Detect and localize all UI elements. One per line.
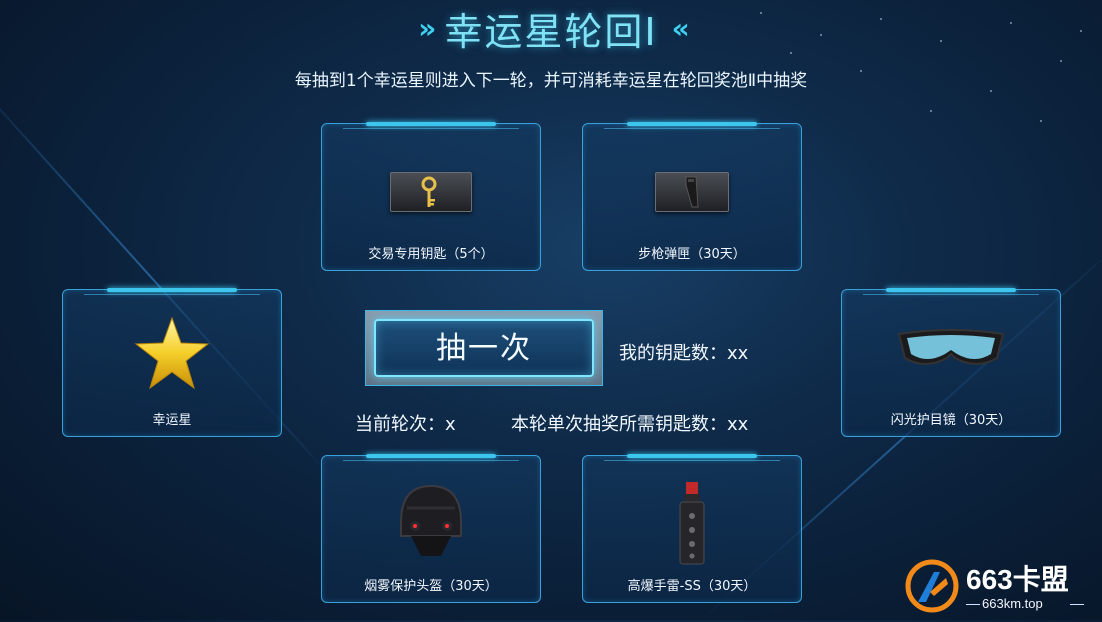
card-top-tab: [107, 288, 237, 292]
prize-card-goggles[interactable]: 闪光护目镜（30天）: [841, 288, 1061, 437]
keys-required: 本轮单次抽奖所需钥匙数：xx: [511, 414, 749, 435]
card-top-line: [604, 460, 780, 461]
watermark-brand: 663卡盟: [966, 564, 1069, 595]
draw-once-label: 抽一次: [436, 331, 532, 366]
prize-label: 步枪弹匣（30天）: [638, 247, 746, 262]
card-top-line: [343, 460, 519, 461]
title-chevron-left: »: [418, 11, 436, 45]
card-top-line: [863, 294, 1039, 295]
grenade-icon: [672, 480, 712, 572]
prize-card-key[interactable]: 交易专用钥匙（5个）: [321, 122, 541, 271]
card-top-tab: [366, 454, 496, 458]
prize-card-grenade[interactable]: 高爆手雷-SS（30天）: [582, 454, 802, 603]
prize-label: 烟雾保护头盔（30天）: [364, 579, 498, 594]
card-top-tab: [627, 454, 757, 458]
card-top-tab: [627, 122, 757, 126]
card-top-line: [84, 294, 260, 295]
page-title: 幸运星轮回Ⅰ: [444, 9, 658, 54]
prize-label: 幸运星: [152, 413, 192, 428]
card-top-tab: [366, 122, 496, 126]
title-row: » 幸运星轮回Ⅰ «: [0, 2, 1102, 54]
page-subtitle: 每抽到1个幸运星则进入下一轮，并可消耗幸运星在轮回奖池Ⅱ中抽奖: [294, 71, 808, 91]
prize-card-magazine[interactable]: 步枪弹匣（30天）: [582, 122, 802, 271]
my-key-count: 我的钥匙数：xx: [619, 343, 749, 364]
goggles-icon: [893, 324, 1009, 384]
magazine-icon: [655, 172, 729, 212]
draw-once-button[interactable]: 抽一次: [365, 310, 603, 386]
watermark-domain: 663km.top: [982, 596, 1043, 611]
watermark-divider: [966, 604, 980, 605]
title-chevron-right: «: [671, 11, 690, 45]
current-round: 当前轮次：x: [355, 414, 456, 435]
helmet-icon: [391, 478, 471, 568]
prize-label: 高爆手雷-SS（30天）: [627, 579, 757, 594]
card-top-tab: [886, 288, 1016, 292]
watermark-logo: 663卡盟 663km.top: [904, 556, 1100, 618]
star-icon: [134, 316, 210, 396]
brand-logo-icon: [904, 558, 960, 614]
key-icon: [390, 172, 472, 212]
watermark-divider: [1070, 604, 1084, 605]
card-top-line: [343, 128, 519, 129]
prize-card-star[interactable]: 幸运星: [62, 288, 282, 437]
prize-label: 交易专用钥匙（5个）: [368, 247, 494, 262]
prize-label: 闪光护目镜（30天）: [890, 413, 1012, 428]
card-top-line: [604, 128, 780, 129]
prize-card-helmet[interactable]: 烟雾保护头盔（30天）: [321, 454, 541, 603]
